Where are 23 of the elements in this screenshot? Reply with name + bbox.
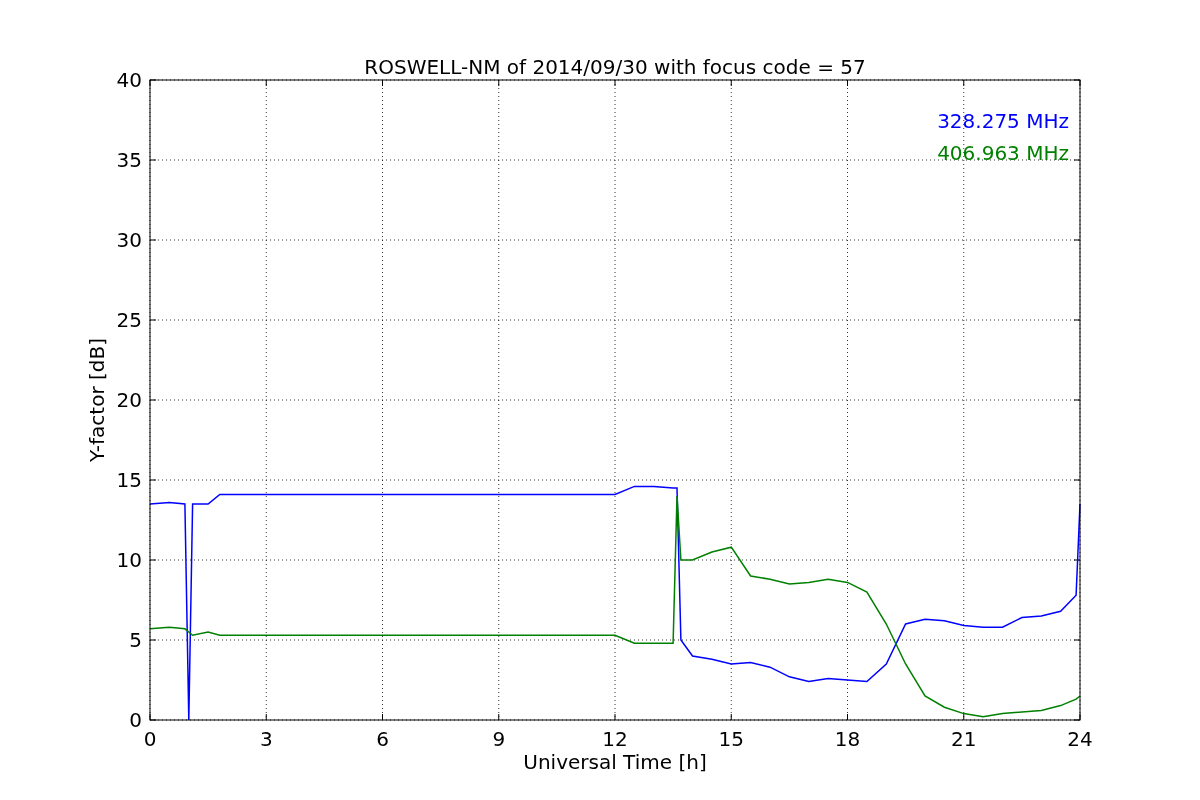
x-tick-label: 24 — [1067, 727, 1093, 751]
y-tick-label: 10 — [116, 548, 142, 572]
y-tick-label: 30 — [116, 228, 142, 252]
x-tick-label: 0 — [143, 727, 157, 751]
y-tick-label: 40 — [116, 68, 142, 92]
x-tick-label: 3 — [259, 727, 273, 751]
y-tick-label: 5 — [129, 628, 142, 652]
y-tick-label: 25 — [116, 308, 142, 332]
chart-title: ROSWELL-NM of 2014/09/30 with focus code = 57 — [364, 55, 866, 79]
legend-label: 328.275 MHz — [937, 109, 1069, 133]
x-tick-label: 15 — [718, 727, 744, 751]
legend-label: 406.963 MHz — [937, 141, 1069, 165]
y-tick-label: 35 — [116, 148, 142, 172]
y-tick-label: 0 — [129, 708, 142, 732]
y-tick-label: 20 — [116, 388, 142, 412]
y-tick-label: 15 — [116, 468, 142, 492]
x-tick-label: 9 — [492, 727, 506, 751]
y-axis-label: Y-factor [dB] — [85, 338, 109, 462]
x-tick-label: 18 — [834, 727, 861, 751]
x-tick-label: 12 — [602, 727, 628, 751]
x-axis-label: Universal Time [h] — [523, 750, 707, 774]
x-tick-label: 21 — [951, 727, 977, 751]
x-tick-label: 6 — [376, 727, 389, 751]
